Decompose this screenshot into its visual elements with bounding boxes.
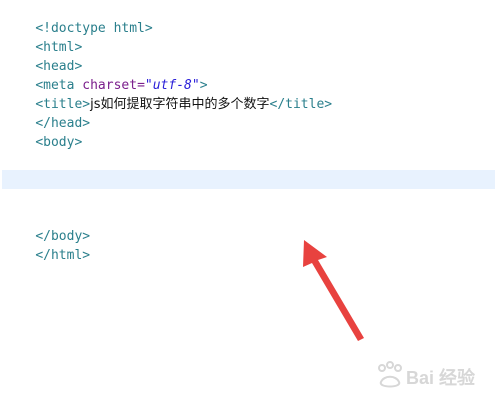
- code-line-meta[interactable]: <meta charset="utf-8">: [4, 57, 207, 93]
- code-line-body-open[interactable]: <body>: [4, 114, 82, 150]
- code-editor[interactable]: <!doctype html> <html> <head> <meta char…: [0, 0, 495, 410]
- code-line-html-open[interactable]: <html>: [4, 19, 82, 55]
- code-line-doctype[interactable]: <!doctype html>: [4, 0, 152, 36]
- body-open-token: <body>: [35, 135, 83, 150]
- title-text: js如何提取字符串中的多个数字: [90, 97, 270, 112]
- current-line-highlight: [2, 170, 495, 189]
- code-line-head-open[interactable]: <head>: [4, 38, 82, 74]
- code-line-head-close[interactable]: </head>: [4, 95, 90, 131]
- html-close-token: </html>: [35, 248, 91, 263]
- code-line-body-close[interactable]: </body>: [4, 208, 90, 244]
- code-line-title[interactable]: <title>js如何提取字符串中的多个数字</title>: [4, 76, 332, 112]
- code-line-html-close[interactable]: </html>: [4, 227, 90, 263]
- title-close-token: </title>: [269, 97, 333, 112]
